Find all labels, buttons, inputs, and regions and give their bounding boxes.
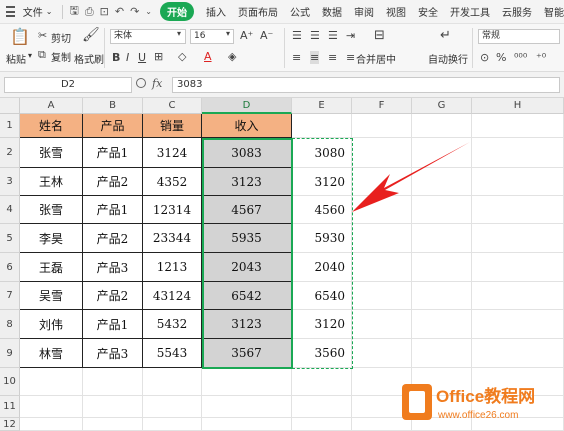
- watermark-title: Office教程网: [436, 386, 535, 406]
- office-logo-inner: [409, 391, 425, 413]
- watermark-graphic: Office教程网 www.office26.com: [402, 384, 535, 421]
- watermark-url: www.office26.com: [437, 410, 518, 421]
- annotation-arrow: [352, 142, 470, 212]
- arrow-shape: [352, 142, 470, 212]
- office-watermark: Office教程网 www.office26.com: [400, 378, 560, 428]
